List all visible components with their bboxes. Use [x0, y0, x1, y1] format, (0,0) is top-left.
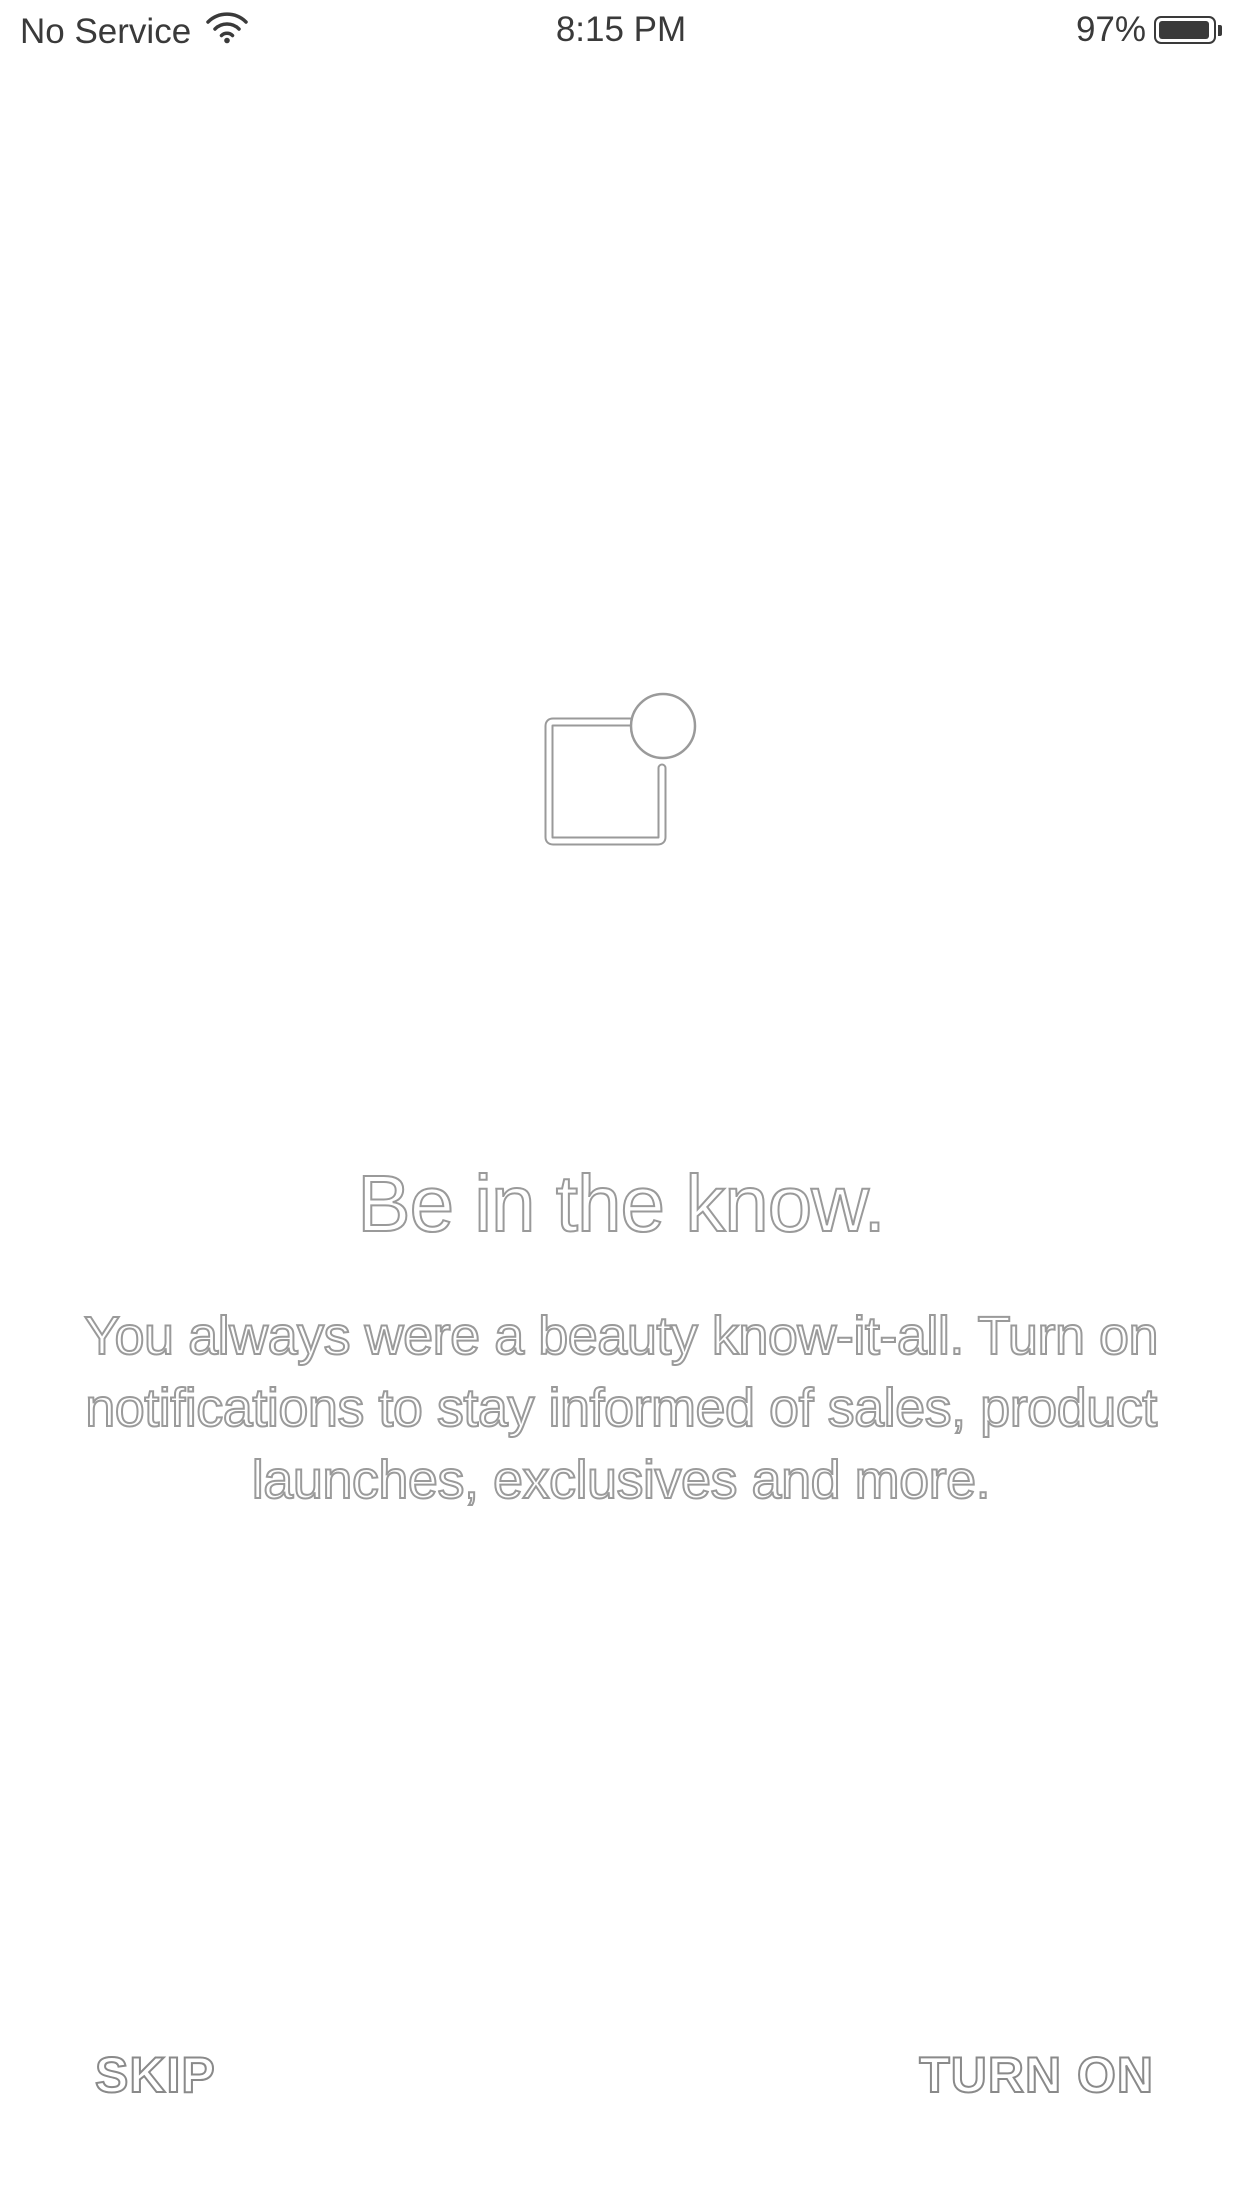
skip-button[interactable]: SKIP [94, 2040, 216, 2110]
battery-fill [1159, 21, 1209, 39]
notification-badge-icon [540, 690, 705, 850]
status-right: 97% [1076, 10, 1222, 50]
status-bar: No Service 8:15 PM 97% [0, 0, 1242, 64]
battery-percent: 97% [1075, 10, 1146, 49]
battery-icon [1154, 16, 1216, 44]
headline: Be in the know. [356, 1158, 887, 1249]
notification-permission-screen: No Service 8:15 PM 97% Be in the know. Y… [0, 0, 1242, 2208]
description-text: You always were a beauty know-it-all. Tu… [83, 1305, 1160, 1511]
turn-on-button[interactable]: TURN ON [918, 2040, 1154, 2110]
status-time: 8:15 PM [555, 10, 687, 49]
battery-tip [1218, 24, 1222, 36]
